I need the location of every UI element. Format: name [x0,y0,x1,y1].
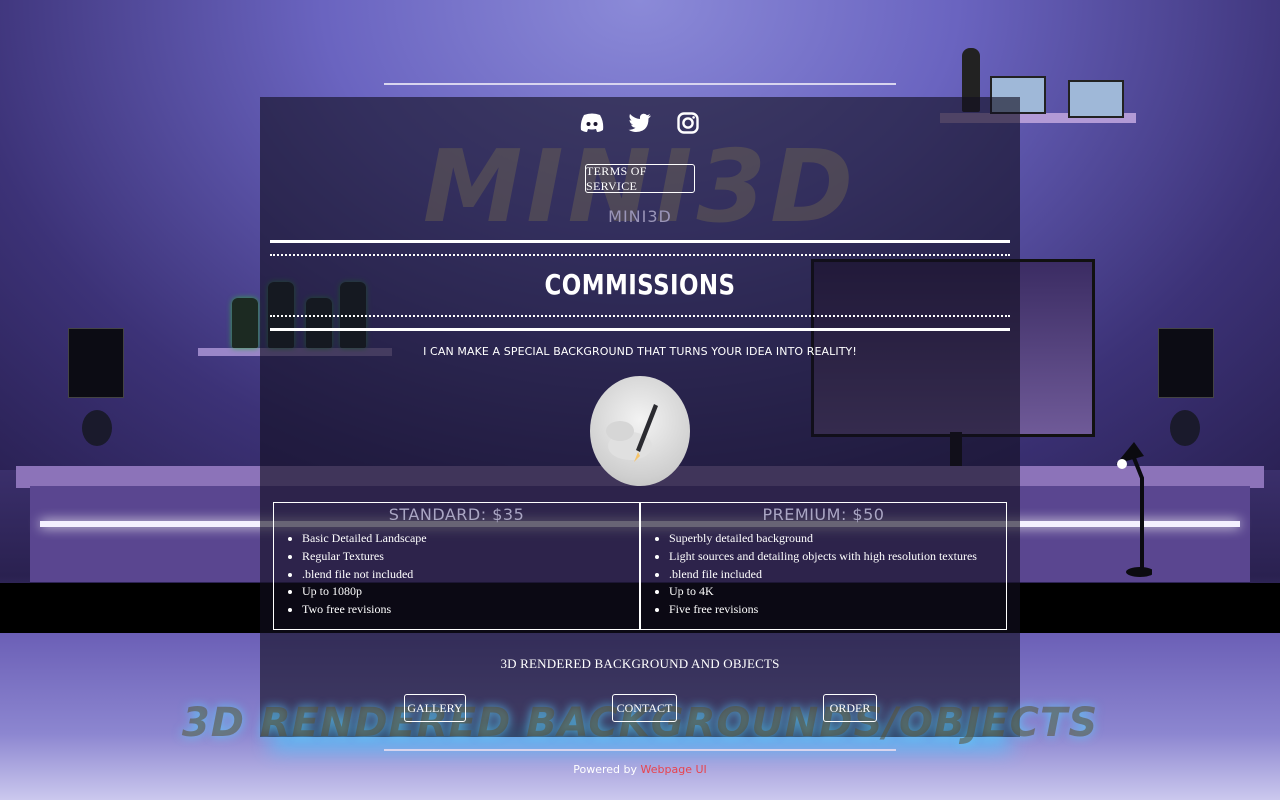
terms-of-service-button[interactable]: TERMS OF SERVICE [585,164,695,193]
feature-item: Basic Detailed Landscape [302,530,639,548]
desk-lamp [1112,438,1154,578]
rocket-image [606,404,658,462]
feature-item: Five free revisions [669,601,1006,619]
order-button[interactable]: ORDER [823,694,877,722]
top-divider [384,83,896,85]
powered-by-label: Powered by [573,763,637,776]
tagline: I CAN MAKE A SPECIAL BACKGROUND THAT TUR… [423,345,857,358]
lamp-base [82,410,112,446]
tier-premium: PREMIUM: $50 Superbly detailed backgroun… [640,502,1007,630]
powered-by: Powered by Webpage UI [0,763,1280,776]
divider-solid [270,240,1010,243]
lamp-shade [1158,328,1214,398]
brand-name: MINI3D [608,207,672,226]
tier-standard: STANDARD: $35 Basic Detailed Landscape R… [273,502,640,630]
tier-title: STANDARD: $35 [388,505,525,524]
feature-item: .blend file included [669,566,1006,584]
instagram-icon[interactable] [675,110,701,136]
social-links [0,110,1280,136]
discord-icon[interactable] [579,110,605,136]
feature-item: .blend file not included [302,566,639,584]
feature-item: Regular Textures [302,548,639,566]
page-title: COMMISSIONS [544,268,736,301]
twitter-icon[interactable] [627,110,653,136]
contact-button[interactable]: CONTACT [612,694,677,722]
webpage-ui-link[interactable]: Webpage UI [641,763,707,776]
feature-item: Up to 4K [669,583,1006,601]
divider-dotted [270,254,1010,256]
divider-solid [270,328,1010,331]
feature-item: Up to 1080p [302,583,639,601]
footer-heading: 3D RENDERED BACKGROUND AND OBJECTS [500,656,780,671]
lamp-base [1170,410,1200,446]
divider-dotted [270,315,1010,317]
feature-item: Light sources and detailing objects with… [669,548,1006,566]
gallery-button[interactable]: GALLERY [404,694,466,722]
avatar [590,376,690,486]
feature-item: Two free revisions [302,601,639,619]
tier-title: PREMIUM: $50 [762,505,885,524]
feature-list: Superbly detailed background Light sourc… [641,530,1006,619]
lamp-shade [68,328,124,398]
bottom-divider [384,749,896,751]
bottle [232,298,258,348]
feature-item: Superbly detailed background [669,530,1006,548]
feature-list: Basic Detailed Landscape Regular Texture… [274,530,639,619]
pricing-tiers: STANDARD: $35 Basic Detailed Landscape R… [273,502,1007,630]
